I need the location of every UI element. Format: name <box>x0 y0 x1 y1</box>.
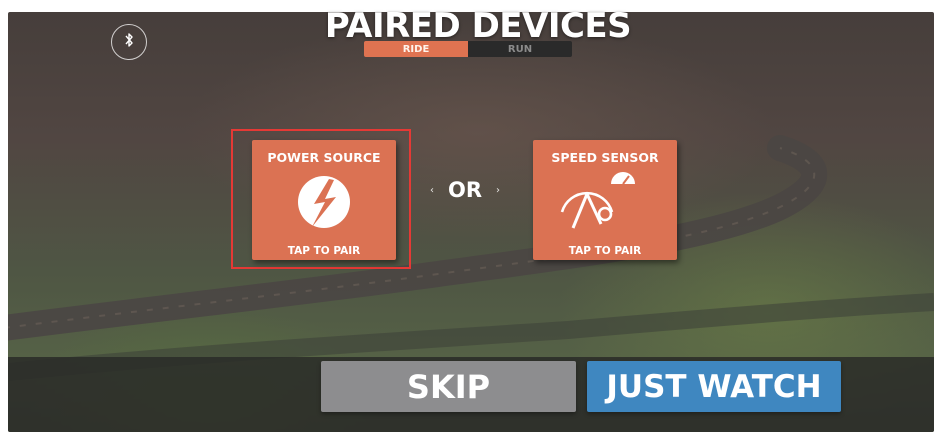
power-source-cta: TAP TO PAIR <box>287 245 361 257</box>
speed-sensor-title: SPEED SENSOR <box>551 150 659 165</box>
speed-sensor-cta: TAP TO PAIR <box>568 245 642 257</box>
bluetooth-button[interactable] <box>111 24 147 60</box>
or-label: OR <box>447 178 483 202</box>
speed-sensor-tile[interactable]: SPEED SENSOR TAP TO PAIR <box>533 140 677 260</box>
page-title: PAIRED DEVICES <box>324 6 632 46</box>
power-source-title: POWER SOURCE <box>267 150 381 165</box>
speed-sensor-icon <box>559 168 639 238</box>
bluetooth-icon <box>122 32 136 52</box>
or-separator: ‹ OR › <box>425 177 505 203</box>
tab-run[interactable]: RUN <box>468 41 572 57</box>
chevron-right-icon: › <box>496 184 501 196</box>
tab-ride[interactable]: RIDE <box>364 41 468 57</box>
skip-button[interactable]: SKIP <box>321 361 576 412</box>
power-source-tile[interactable]: POWER SOURCE TAP TO PAIR <box>252 140 396 260</box>
chevron-left-icon: ‹ <box>429 184 434 196</box>
power-bolt-icon <box>294 172 354 236</box>
sport-toggle[interactable]: RIDE RUN <box>364 41 572 57</box>
just-watch-button[interactable]: JUST WATCH <box>587 361 841 412</box>
